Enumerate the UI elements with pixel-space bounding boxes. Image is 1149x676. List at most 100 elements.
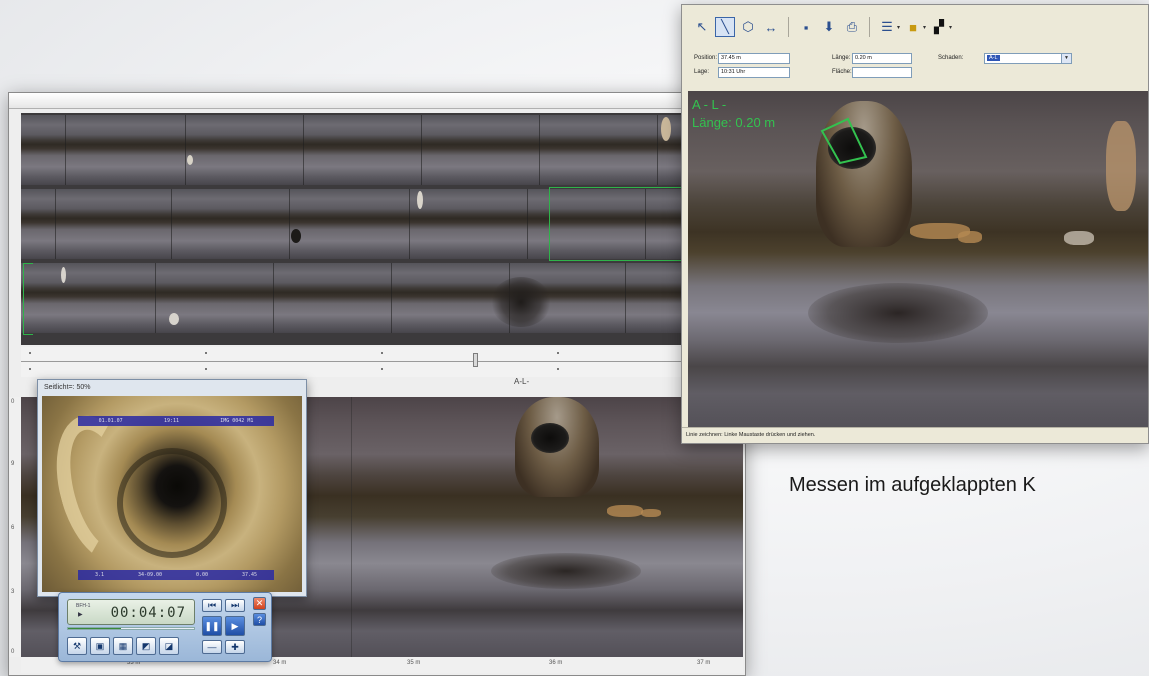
- axis-left-tick: 0: [11, 399, 15, 405]
- print-icon: ⎙: [846, 19, 858, 34]
- polygon-icon: ⬡: [742, 19, 754, 34]
- step-forward-button[interactable]: ⏭: [225, 599, 245, 612]
- measurement-line[interactable]: [816, 115, 872, 167]
- status-bar: Linie zeichnen: Linke Maustaste drücken …: [682, 427, 1148, 443]
- osd-text: 34-09.00: [137, 572, 163, 578]
- axis-tick: 37 m: [697, 660, 711, 666]
- plus-button[interactable]: ✚: [225, 640, 245, 654]
- pattern-button[interactable]: ▞: [929, 17, 949, 37]
- schaden-selected-value: A-L: [987, 55, 1000, 61]
- help-button[interactable]: ?: [253, 613, 266, 626]
- axis-tick: 35 m: [407, 660, 421, 666]
- camera-icon: ▣: [95, 640, 105, 651]
- vertical-axis: 0 9 6 3 0: [9, 397, 21, 657]
- osd-text: 3.1: [94, 572, 104, 578]
- axis-tick: 34 m: [273, 660, 287, 666]
- play-icon: ▶: [231, 620, 239, 631]
- tool-button-grid[interactable]: ▦: [113, 637, 133, 655]
- line-tool[interactable]: ╲: [715, 17, 735, 37]
- tool-button-rotate[interactable]: ◩: [136, 637, 156, 655]
- laenge-field[interactable]: 0.20 m: [852, 53, 912, 64]
- pointer-tool[interactable]: ↖: [692, 17, 712, 37]
- osd-bottom-bar: 3.1 34-09.00 0.00 37.45: [78, 570, 274, 580]
- pipe-joint-ring: [117, 448, 227, 558]
- dropdown-arrow-icon[interactable]: ▾: [923, 24, 926, 31]
- distance-tool[interactable]: ↔: [761, 17, 781, 37]
- window-title-bar: [9, 93, 745, 109]
- deposit-mark: [958, 231, 982, 243]
- playback-time: 00:04:07: [110, 605, 186, 621]
- line-icon: ╲: [721, 19, 729, 34]
- print-button[interactable]: ⎙: [842, 17, 862, 37]
- deposit-mark: [1064, 231, 1094, 245]
- measurement-image-canvas[interactable]: A - L - Länge: 0.20 m: [688, 91, 1148, 427]
- help-icon: ?: [256, 614, 262, 625]
- osd-text: 37.45: [241, 572, 258, 578]
- axis-left-tick: 3: [11, 589, 15, 595]
- plus-icon: ✚: [231, 641, 239, 652]
- camera-frame[interactable]: 01.01.07 19:11 IMG 0042 M1 3.1 34-09.00 …: [42, 396, 302, 592]
- axis-tick: 36 m: [549, 660, 563, 666]
- overview-strip-3[interactable]: [21, 263, 701, 333]
- color-swatch-icon: ■: [909, 19, 917, 35]
- progress-fill: [68, 628, 121, 629]
- export-icon: ⬇: [823, 19, 835, 34]
- close-icon: ✕: [255, 598, 264, 608]
- tool-button-camera[interactable]: ▣: [90, 637, 110, 655]
- frames-icon: ◪: [164, 640, 174, 651]
- laenge-label: Länge:: [832, 55, 851, 61]
- overlay-damage-code: A - L -: [692, 97, 727, 112]
- line-style-icon: ☰: [881, 19, 893, 34]
- overview-strip-1[interactable]: [21, 115, 701, 185]
- dropdown-arrow-icon[interactable]: ▾: [897, 24, 900, 31]
- step-forward-icon: ⏭: [230, 600, 240, 610]
- position-slider[interactable]: [21, 347, 701, 377]
- measurement-toolbar: ↖ ╲ ⬡ ↔ ▪ ⬇ ⎙ ☰ ▾ ■ ▾ ▞ ▾: [692, 13, 952, 41]
- osd-top-bar: 01.01.07 19:11 IMG 0042 M1: [78, 416, 274, 426]
- save-button[interactable]: ▪: [796, 17, 816, 37]
- section-label: A-L-: [514, 377, 530, 386]
- unrolled-pipe-overview[interactable]: [21, 113, 701, 345]
- measurement-polygon[interactable]: [820, 117, 868, 165]
- dropdown-arrow-icon[interactable]: ▾: [949, 24, 952, 31]
- line-style-button[interactable]: ☰: [877, 17, 897, 37]
- camera-video-window: Seitlicht=: 50% 01.01.07 19:11 IMG 0042 …: [37, 379, 307, 597]
- overview-selection-start: [23, 263, 33, 335]
- save-icon: ▪: [803, 19, 809, 35]
- osd-text: 19:11: [163, 418, 179, 424]
- lage-label: Lage:: [694, 69, 710, 75]
- minus-icon: —: [207, 642, 217, 652]
- polygon-tool[interactable]: ⬡: [738, 17, 758, 37]
- step-back-button[interactable]: ⏮: [202, 599, 222, 612]
- position-field[interactable]: 37.45 m: [718, 53, 790, 64]
- playback-progress-bar[interactable]: [67, 627, 195, 630]
- color-button[interactable]: ■: [903, 17, 923, 37]
- export-button[interactable]: ⬇: [819, 17, 839, 37]
- flaeche-field[interactable]: [852, 67, 912, 78]
- play-button[interactable]: ▶: [225, 616, 245, 636]
- osd-text: 01.01.07: [98, 418, 123, 424]
- overview-selection-frame[interactable]: [549, 187, 701, 261]
- pause-button[interactable]: ❚❚: [202, 616, 222, 636]
- slider-thumb[interactable]: [473, 353, 478, 367]
- pattern-icon: ▞: [934, 19, 945, 34]
- tool-button-wrench[interactable]: ⚒: [67, 637, 87, 655]
- camera-window-title: Seitlicht=: 50%: [44, 384, 91, 391]
- flaeche-label: Fläche:: [832, 69, 852, 75]
- tool-button-frames[interactable]: ◪: [159, 637, 179, 655]
- cursor-icon: ↖: [696, 19, 708, 34]
- axis-left-tick: 6: [11, 525, 15, 531]
- close-player-button[interactable]: ✕: [253, 597, 266, 610]
- axis-left-tick: 9: [11, 461, 15, 467]
- shadow-area: [808, 283, 988, 343]
- chevron-down-icon[interactable]: ▼: [1061, 54, 1071, 63]
- rotate-icon: ◩: [141, 640, 151, 651]
- osd-text: 0.00: [195, 572, 209, 578]
- caption-text: Messen im aufgeklappten K: [789, 474, 1036, 496]
- play-indicator-icon: ▶: [78, 612, 83, 618]
- time-display: BFH-1 ▶ 00:04:07: [67, 599, 195, 625]
- lage-field[interactable]: 10:31 Uhr: [718, 67, 790, 78]
- minus-button[interactable]: —: [202, 640, 222, 654]
- schaden-select[interactable]: A-L ▼: [984, 53, 1072, 64]
- step-back-icon: ⏮: [207, 600, 217, 610]
